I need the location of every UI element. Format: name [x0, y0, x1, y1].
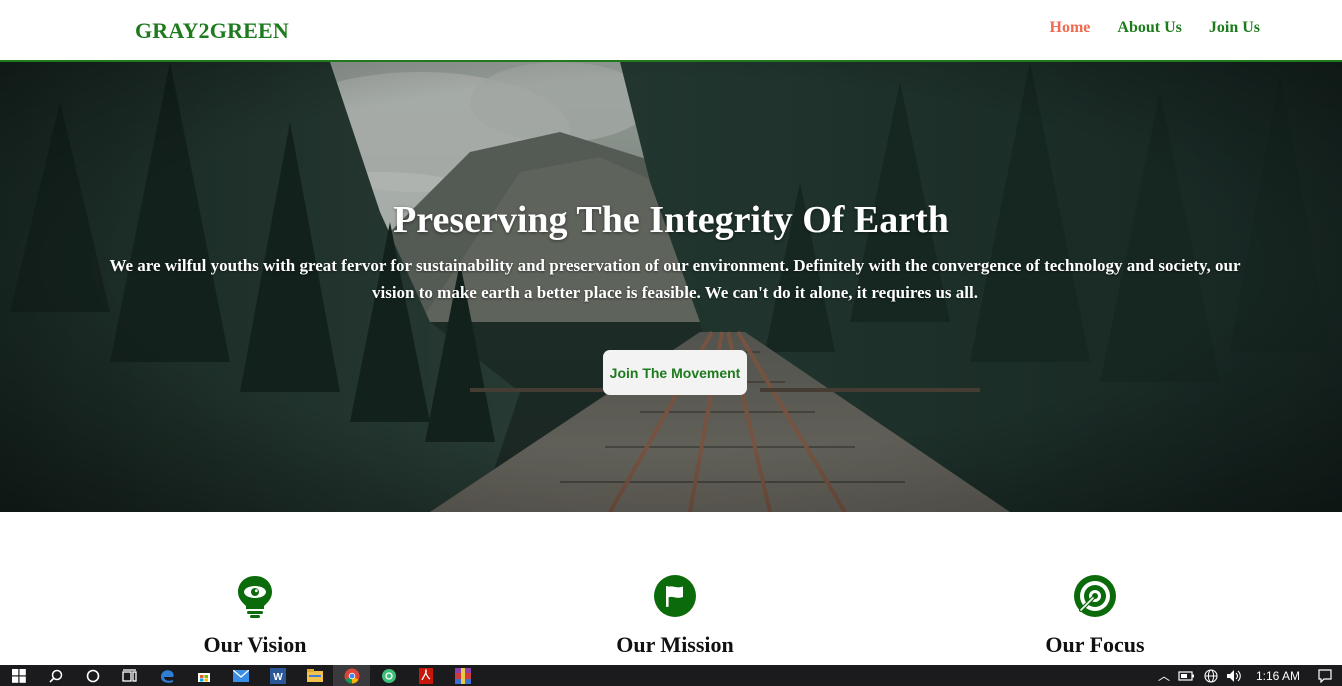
- hero-title: Preserving The Integrity Of Earth: [393, 199, 949, 241]
- chevron-up-icon[interactable]: ︿: [1158, 667, 1170, 684]
- nav-join-link[interactable]: Join Us: [1209, 19, 1260, 37]
- task-view-icon[interactable]: [111, 665, 148, 686]
- volume-icon[interactable]: [1226, 669, 1242, 683]
- file-explorer-icon[interactable]: [296, 665, 333, 686]
- brand-logo[interactable]: GRAY2GREEN: [135, 18, 289, 44]
- search-icon[interactable]: [37, 665, 74, 686]
- nav-links: Home About Us Join Us: [1050, 19, 1260, 37]
- start-icon[interactable]: [0, 665, 37, 686]
- feature-mission-label: Our Mission: [616, 632, 734, 657]
- target-icon: [1074, 575, 1116, 617]
- cortana-icon[interactable]: [74, 665, 111, 686]
- lightbulb-eye-icon: [238, 576, 272, 618]
- app-icon[interactable]: [370, 665, 407, 686]
- edge-icon[interactable]: [148, 665, 185, 686]
- svg-text:W: W: [273, 672, 283, 683]
- notifications-icon[interactable]: [1318, 668, 1332, 683]
- join-movement-button[interactable]: Join The Movement: [603, 350, 747, 395]
- battery-icon[interactable]: [1178, 670, 1196, 682]
- word-icon[interactable]: W: [259, 665, 296, 686]
- system-tray: ︿ 1:16 AM: [1158, 665, 1342, 686]
- store-icon[interactable]: [185, 665, 222, 686]
- taskbar-clock[interactable]: 1:16 AM: [1256, 669, 1300, 683]
- nav-about-link[interactable]: About Us: [1117, 19, 1181, 37]
- hero-section: Preserving The Integrity Of Earth We are…: [0, 62, 1342, 512]
- acrobat-icon[interactable]: [407, 665, 444, 686]
- globe-icon[interactable]: [1204, 668, 1218, 683]
- feature-vision: Our Vision: [135, 574, 375, 658]
- navbar: GRAY2GREEN Home About Us Join Us: [0, 0, 1342, 62]
- mail-icon[interactable]: [222, 665, 259, 686]
- nav-home-link[interactable]: Home: [1050, 19, 1091, 37]
- chrome-icon[interactable]: [333, 665, 370, 686]
- hero-description: We are wilful youths with great fervor f…: [109, 256, 1241, 302]
- flag-icon: [654, 575, 696, 617]
- feature-mission: Our Mission: [555, 574, 795, 658]
- feature-focus: Our Focus: [975, 574, 1215, 658]
- feature-vision-label: Our Vision: [203, 632, 307, 657]
- feature-focus-label: Our Focus: [1045, 632, 1145, 657]
- windows-taskbar: W ︿ 1:16 AM: [0, 665, 1342, 686]
- winrar-icon[interactable]: [444, 665, 481, 686]
